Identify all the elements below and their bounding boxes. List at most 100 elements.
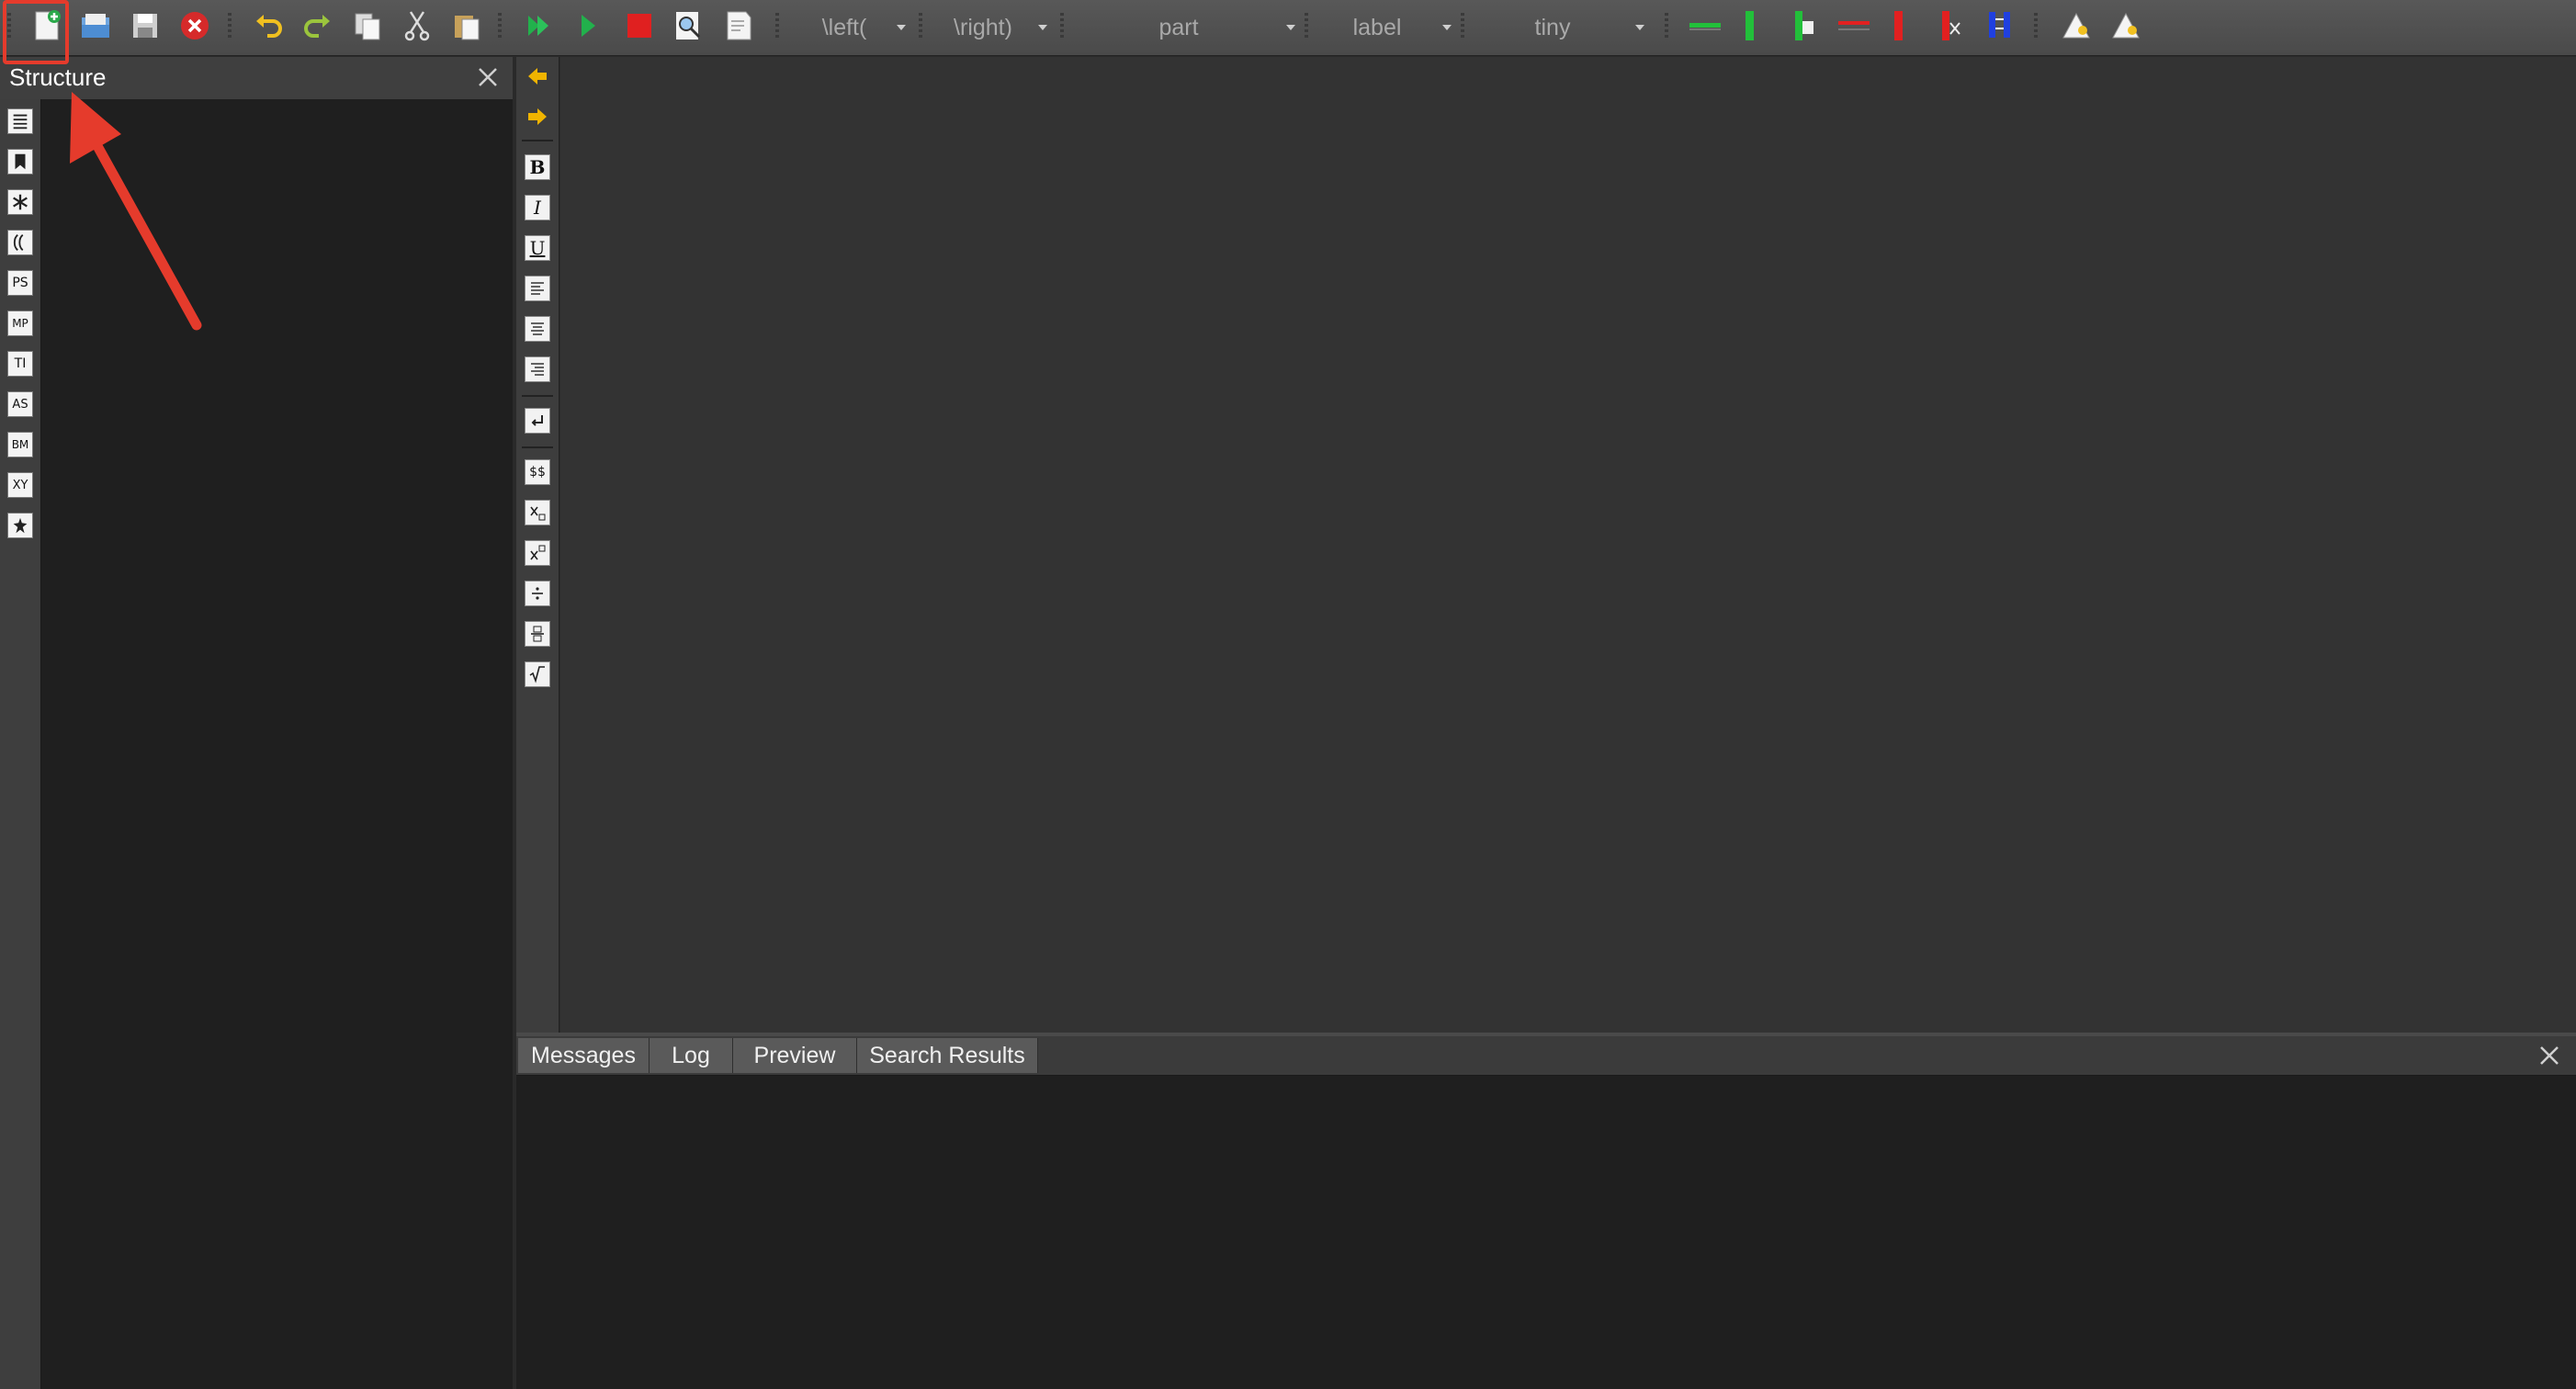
left-delimiter-combo[interactable]: \left( <box>792 9 911 46</box>
play-icon <box>582 15 595 37</box>
annotation-arrow-icon <box>70 92 202 331</box>
warning-next-button[interactable] <box>2107 7 2144 44</box>
italic-button[interactable]: I <box>525 195 550 220</box>
toolbar-separator <box>775 13 779 40</box>
align-columns-button[interactable] <box>1983 7 2019 44</box>
tab-messages[interactable]: Messages <box>518 1038 650 1073</box>
toolbar-separator <box>1665 13 1668 40</box>
remove-cell-icon <box>1942 11 1960 40</box>
xymatrix-icon[interactable]: XY <box>7 472 33 498</box>
redo-button[interactable] <box>299 7 336 44</box>
align-left-icon <box>531 282 544 295</box>
view-log-button[interactable] <box>720 7 757 44</box>
return-icon <box>531 415 543 426</box>
align-right-button[interactable] <box>525 356 550 382</box>
chevron-down-icon <box>1286 25 1295 30</box>
right-delimiter-value: \right) <box>954 14 1012 40</box>
edit-toolbar: B I U $$ <box>516 57 559 1033</box>
paste-icon <box>455 16 480 40</box>
tab-preview[interactable]: Preview <box>733 1038 857 1073</box>
toolbar-separator <box>522 140 553 141</box>
reference-value: label <box>1352 14 1402 40</box>
division-button[interactable] <box>525 581 550 606</box>
remove-row-button[interactable] <box>1836 7 1872 44</box>
arrow-left-icon[interactable] <box>525 64 549 88</box>
align-center-button[interactable] <box>525 316 550 342</box>
toolbar-separator <box>522 446 553 448</box>
messages-panel[interactable] <box>516 1076 2576 1389</box>
remove-column-button[interactable] <box>1880 7 1916 44</box>
tab-log[interactable]: Log <box>650 1038 733 1073</box>
warning-icon <box>2112 12 2140 39</box>
divide-icon <box>532 587 543 600</box>
superscript-icon <box>530 545 546 560</box>
remove-cell-button[interactable] <box>1931 7 1968 44</box>
reference-combo[interactable]: label <box>1312 9 1457 46</box>
stop-icon <box>627 14 651 38</box>
chevron-down-icon <box>1635 25 1644 30</box>
align-right-icon <box>531 363 544 376</box>
add-column-icon <box>1746 11 1754 40</box>
size-value: tiny <box>1534 14 1571 40</box>
double-play-icon <box>528 16 548 36</box>
align-center-icon <box>531 322 544 335</box>
align-columns-icon <box>1989 12 2010 38</box>
close-icon[interactable] <box>2536 1042 2563 1069</box>
new-line-button[interactable] <box>525 408 550 434</box>
superscript-button[interactable] <box>525 540 550 566</box>
log-icon <box>727 11 751 40</box>
tab-search-results[interactable]: Search Results <box>857 1038 1038 1073</box>
quick-build-button[interactable] <box>520 7 557 44</box>
add-cell-icon <box>1795 11 1813 40</box>
right-delimiter-combo[interactable]: \right) <box>928 9 1053 46</box>
subscript-button[interactable] <box>525 500 550 525</box>
math-mode-button[interactable]: $$ <box>525 459 550 485</box>
favorites-icon[interactable] <box>7 513 33 538</box>
remove-row-icon <box>1838 21 1870 30</box>
add-row-icon <box>1689 23 1721 30</box>
messages-dock-tabbar: Messages Log Preview Search Results <box>516 1036 2576 1076</box>
subscript-icon <box>530 506 546 521</box>
left-delimiter-value: \left( <box>821 14 867 40</box>
add-column-button[interactable] <box>1731 7 1768 44</box>
redo-icon <box>304 15 330 38</box>
warning-icon <box>2062 12 2090 39</box>
toolbar-separator <box>1060 13 1064 40</box>
bold-button[interactable]: B <box>525 154 550 180</box>
close-icon[interactable] <box>474 63 502 91</box>
arrow-right-icon[interactable] <box>525 105 549 129</box>
cut-button[interactable] <box>399 7 435 44</box>
sqrt-icon <box>529 666 545 683</box>
stop-button[interactable] <box>621 7 658 44</box>
size-combo[interactable]: tiny <box>1470 9 1650 46</box>
add-row-button[interactable] <box>1687 7 1723 44</box>
chevron-down-icon <box>897 25 906 30</box>
toolbar-separator <box>1305 13 1308 40</box>
sectioning-combo[interactable]: part <box>1071 9 1301 46</box>
warning-prev-button[interactable] <box>2058 7 2095 44</box>
align-left-button[interactable] <box>525 276 550 301</box>
toolbar-separator <box>919 13 922 40</box>
toolbar-separator <box>1461 13 1464 40</box>
chevron-down-icon <box>1442 25 1452 30</box>
view-pdf-button[interactable] <box>671 7 707 44</box>
compile-button[interactable] <box>570 7 606 44</box>
editor-area[interactable] <box>560 57 2576 1033</box>
asymptote-icon[interactable]: AS <box>7 391 33 417</box>
square-root-button[interactable] <box>525 661 550 687</box>
copy-button[interactable] <box>349 7 386 44</box>
paste-button[interactable] <box>448 7 485 44</box>
toolbar-separator <box>522 395 553 397</box>
chevron-down-icon <box>1038 25 1047 30</box>
scissors-icon <box>404 11 430 41</box>
underline-button[interactable]: U <box>525 235 550 261</box>
toolbar-separator <box>498 13 502 40</box>
toolbar-separator <box>2034 13 2038 40</box>
fraction-icon <box>531 626 544 642</box>
remove-column-icon <box>1894 11 1903 40</box>
beamer-icon[interactable]: BM <box>7 432 33 457</box>
copy-icon <box>355 13 380 40</box>
fraction-button[interactable] <box>525 621 550 647</box>
magnifier-icon <box>676 12 701 40</box>
add-hline-button[interactable] <box>1784 7 1821 44</box>
